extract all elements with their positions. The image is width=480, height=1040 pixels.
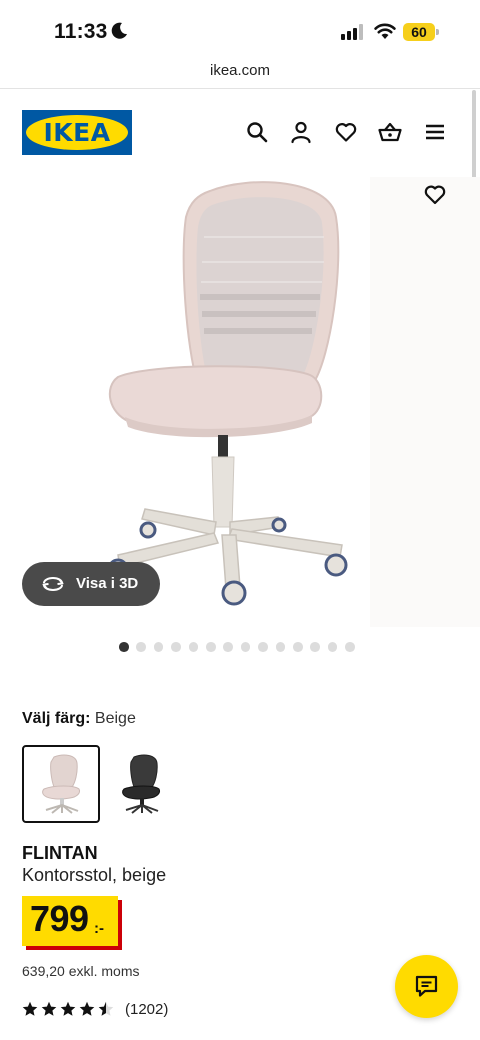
review-count[interactable]: (1202) [125,1001,168,1018]
view-3d-label: Visa i 3D [76,575,139,592]
gallery-dot[interactable] [119,642,129,652]
gallery-dot[interactable] [153,642,164,652]
star-icon [41,1001,57,1016]
beige-chair-thumbnail [42,754,80,814]
moon-icon [111,22,127,39]
gallery-dot[interactable] [205,642,216,652]
star-icon [98,1001,114,1016]
gallery-dot[interactable] [327,642,338,652]
selected-color-value: Beige [94,710,136,727]
ikea-logo[interactable]: IKEA [22,110,132,155]
chat-button[interactable] [395,955,458,1018]
gallery-pagination[interactable] [119,642,355,652]
color-swatch-beige[interactable] [22,745,100,823]
gallery-dot[interactable] [310,642,320,652]
star-icon [60,1001,76,1016]
product-image-gallery[interactable] [0,177,480,627]
gallery-dot[interactable] [223,642,233,652]
search-icon[interactable] [245,120,269,144]
color-label-text: Välj färg: [22,710,91,727]
star-icon [22,1001,38,1016]
gallery-dot[interactable] [171,642,181,652]
status-time: 11:33 [54,20,108,43]
product-description: Kontorsstol, beige [22,865,167,885]
gallery-dot[interactable] [136,642,146,652]
product-rating[interactable]: (1202) [22,1000,168,1018]
battery-level: 60 [411,24,427,40]
wifi-icon [374,23,396,39]
chat-icon [415,975,438,997]
product-name: FLINTAN [22,843,98,863]
gallery-dot[interactable] [258,642,268,652]
status-bar: 11:33 60 [0,0,480,62]
black-chair-thumbnail [122,754,160,814]
cart-icon[interactable] [378,120,402,144]
price-tag: 799 :- [22,896,118,946]
color-swatch-black[interactable] [102,745,180,823]
battery-indicator: 60 [403,23,439,41]
account-icon[interactable] [289,120,313,144]
gallery-dot[interactable] [188,642,199,652]
signal-icon [341,24,363,40]
gallery-dot[interactable] [345,642,355,652]
color-picker-label: Välj färg: Beige [22,710,136,728]
price-value: 799 [30,898,89,939]
logo-text: IKEA [43,118,111,147]
browser-url[interactable]: ikea.com [0,62,480,88]
favourites-icon[interactable] [334,120,358,144]
price-excl-vat: 639,20 exkl. moms [22,963,140,979]
star-icon [79,1001,95,1016]
gallery-dot[interactable] [292,642,303,652]
chair-product-image [107,177,480,627]
price-suffix: :- [94,920,104,937]
site-header: IKEA [0,89,480,177]
gallery-dot[interactable] [240,642,251,652]
gallery-dot[interactable] [275,642,286,652]
add-to-favourites-icon[interactable] [423,183,447,205]
rotate-3d-icon [42,577,64,591]
view-in-3d-button[interactable]: Visa i 3D [22,562,160,606]
menu-icon[interactable] [423,120,447,144]
